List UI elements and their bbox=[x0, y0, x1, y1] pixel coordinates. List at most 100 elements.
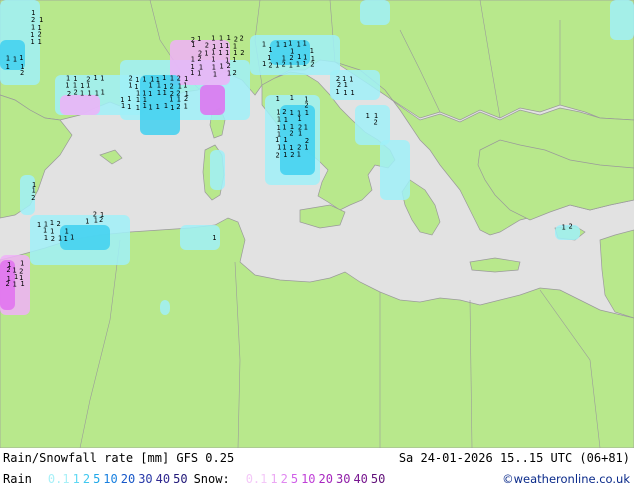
precip-value-marker: 2 bbox=[268, 61, 272, 69]
snow-legend-label: Snow: bbox=[193, 472, 230, 486]
precip-value-marker: 1 bbox=[170, 104, 174, 112]
precip-value-marker: 1 bbox=[277, 116, 281, 124]
precip-value-marker: 1 bbox=[87, 90, 91, 98]
precip-value-marker: 1 bbox=[302, 60, 306, 68]
map-title: Rain/Snowfall rate [mm] GFS 0.25 bbox=[3, 451, 235, 465]
precip-value-marker: 1 bbox=[350, 89, 354, 97]
precip-value-marker: 1 bbox=[282, 123, 286, 131]
precip-value-marker: 1 bbox=[162, 89, 166, 97]
precip-value-marker: 2 bbox=[197, 55, 201, 63]
precip-value-marker: 1 bbox=[562, 223, 566, 231]
precip-value-marker: 2 bbox=[373, 119, 377, 127]
precip-value-marker: 2 bbox=[176, 103, 180, 111]
precip-value-marker: 1 bbox=[296, 60, 300, 68]
precip-value-marker: 1 bbox=[136, 96, 140, 104]
precip-value-marker: 1 bbox=[290, 109, 294, 117]
precip-value-marker: 1 bbox=[227, 69, 231, 77]
precip-value-marker: 1 bbox=[283, 151, 287, 159]
precip-value-marker: 1 bbox=[211, 35, 215, 43]
precip-value-marker: 1 bbox=[100, 75, 104, 83]
precip-value-marker: 2 bbox=[276, 151, 280, 159]
precip-value-marker: 1 bbox=[142, 102, 146, 110]
precip-value-marker: 2 bbox=[20, 69, 24, 77]
precip-value-marker: 1 bbox=[302, 39, 306, 47]
precip-area bbox=[210, 150, 225, 190]
precip-area bbox=[160, 300, 170, 315]
precip-value-marker: 1 bbox=[20, 280, 24, 288]
rain-scale-item: 20 bbox=[120, 472, 136, 486]
precip-value-marker: 1 bbox=[70, 234, 74, 242]
precip-value-marker: 1 bbox=[335, 88, 339, 96]
precip-value-marker: 1 bbox=[232, 56, 236, 64]
precip-value-marker: 1 bbox=[349, 76, 353, 84]
precip-value-marker: 1 bbox=[283, 41, 287, 49]
precip-value-marker: 1 bbox=[50, 219, 54, 227]
rain-scale-item: 30 bbox=[138, 472, 153, 486]
snow-scale-item: 40 bbox=[353, 472, 368, 486]
rain-scale: 0.1 1 2 5 10 20 30 40 50 bbox=[48, 472, 191, 486]
snow-scale-item: 50 bbox=[370, 472, 386, 486]
precip-value-marker: 1 bbox=[94, 217, 98, 225]
precip-value-marker: 1 bbox=[13, 56, 17, 64]
precip-value-marker: 2 bbox=[568, 223, 572, 231]
precip-value-marker: 1 bbox=[343, 89, 347, 97]
weather-map: 121111121111 1121121121121111111121111111… bbox=[0, 0, 634, 448]
precip-value-marker: 1 bbox=[121, 102, 125, 110]
rain-scale-item: 0.1 bbox=[47, 472, 70, 486]
credit-link[interactable]: ©weatheronline.co.uk bbox=[502, 469, 630, 490]
precip-value-marker: 1 bbox=[204, 49, 208, 57]
precip-value-marker: 1 bbox=[170, 74, 174, 82]
precip-value-marker: 1 bbox=[86, 81, 90, 89]
precip-value-marker: 1 bbox=[12, 280, 16, 288]
precip-value-marker: 1 bbox=[290, 94, 294, 102]
snow-scale-item: 10 bbox=[301, 472, 316, 486]
precip-value-marker: 1 bbox=[275, 95, 279, 103]
precip-value-marker: 1 bbox=[58, 234, 62, 242]
precip-value-marker: 2 bbox=[310, 60, 314, 68]
precip-value-marker: 1 bbox=[169, 95, 173, 103]
snow-scale-item: 2 bbox=[280, 472, 288, 486]
rain-scale-item: 10 bbox=[103, 472, 118, 486]
precip-value-marker: 1 bbox=[128, 82, 132, 90]
precip-area bbox=[200, 85, 225, 115]
precip-value-marker: 1 bbox=[191, 41, 195, 49]
precip-area bbox=[60, 95, 100, 115]
precip-value-marker: 1 bbox=[164, 102, 168, 110]
precip-value-marker: 1 bbox=[297, 115, 301, 123]
precip-value-marker: 1 bbox=[298, 129, 302, 137]
precip-value-marker: 1 bbox=[183, 102, 187, 110]
footer-title-row: Rain/Snowfall rate [mm] GFS 0.25 Sa 24-0… bbox=[0, 448, 634, 469]
precip-value-marker: 1 bbox=[262, 60, 266, 68]
precip-value-marker: 1 bbox=[93, 74, 97, 82]
legend: Rain 0.1 1 2 5 10 20 30 40 50 Snow: 0.1 1 2 5 10 20 30 40 5… bbox=[3, 469, 391, 490]
precip-value-marker: 1 bbox=[95, 90, 99, 98]
precip-value-marker: 2 bbox=[239, 34, 243, 42]
precip-value-marker: 1 bbox=[20, 259, 24, 267]
rain-scale-item: 40 bbox=[155, 472, 171, 486]
rain-legend-label: Rain bbox=[3, 472, 32, 486]
precip-value-marker: 1 bbox=[211, 56, 215, 64]
precip-value-marker: 1 bbox=[6, 55, 10, 63]
snow-scale-item: 5 bbox=[290, 472, 299, 486]
snow-scale-item: 20 bbox=[318, 472, 333, 486]
snow-scale-item: 30 bbox=[335, 472, 351, 486]
precip-value-marker: 1 bbox=[197, 70, 201, 78]
precip-value-marker: 1 bbox=[212, 234, 216, 242]
precip-value-marker: 1 bbox=[296, 40, 300, 48]
precip-value-marker: 2 bbox=[290, 151, 294, 159]
precip-value-marker: 1 bbox=[305, 109, 309, 117]
forecast-datetime: Sa 24-01-2026 15..15 UTC (06+81) bbox=[398, 451, 630, 465]
precip-value-marker: 1 bbox=[100, 89, 104, 97]
precip-value-marker: 1 bbox=[80, 90, 84, 98]
snow-scale-item: 0.1 bbox=[245, 472, 268, 486]
precip-value-marker: 2 bbox=[56, 220, 60, 228]
precip-value-marker: 1 bbox=[157, 89, 161, 97]
precip-value-marker: 2 bbox=[289, 129, 293, 137]
precip-value-marker: 2 bbox=[51, 235, 55, 243]
rain-scale-item: 50 bbox=[173, 472, 188, 486]
precip-value-marker: 2 bbox=[73, 89, 77, 97]
precip-value-marker: 1 bbox=[344, 81, 348, 89]
precip-value-marker: 2 bbox=[31, 194, 35, 202]
precip-value-marker: 1 bbox=[65, 82, 69, 90]
precip-value-marker: 1 bbox=[297, 150, 301, 158]
